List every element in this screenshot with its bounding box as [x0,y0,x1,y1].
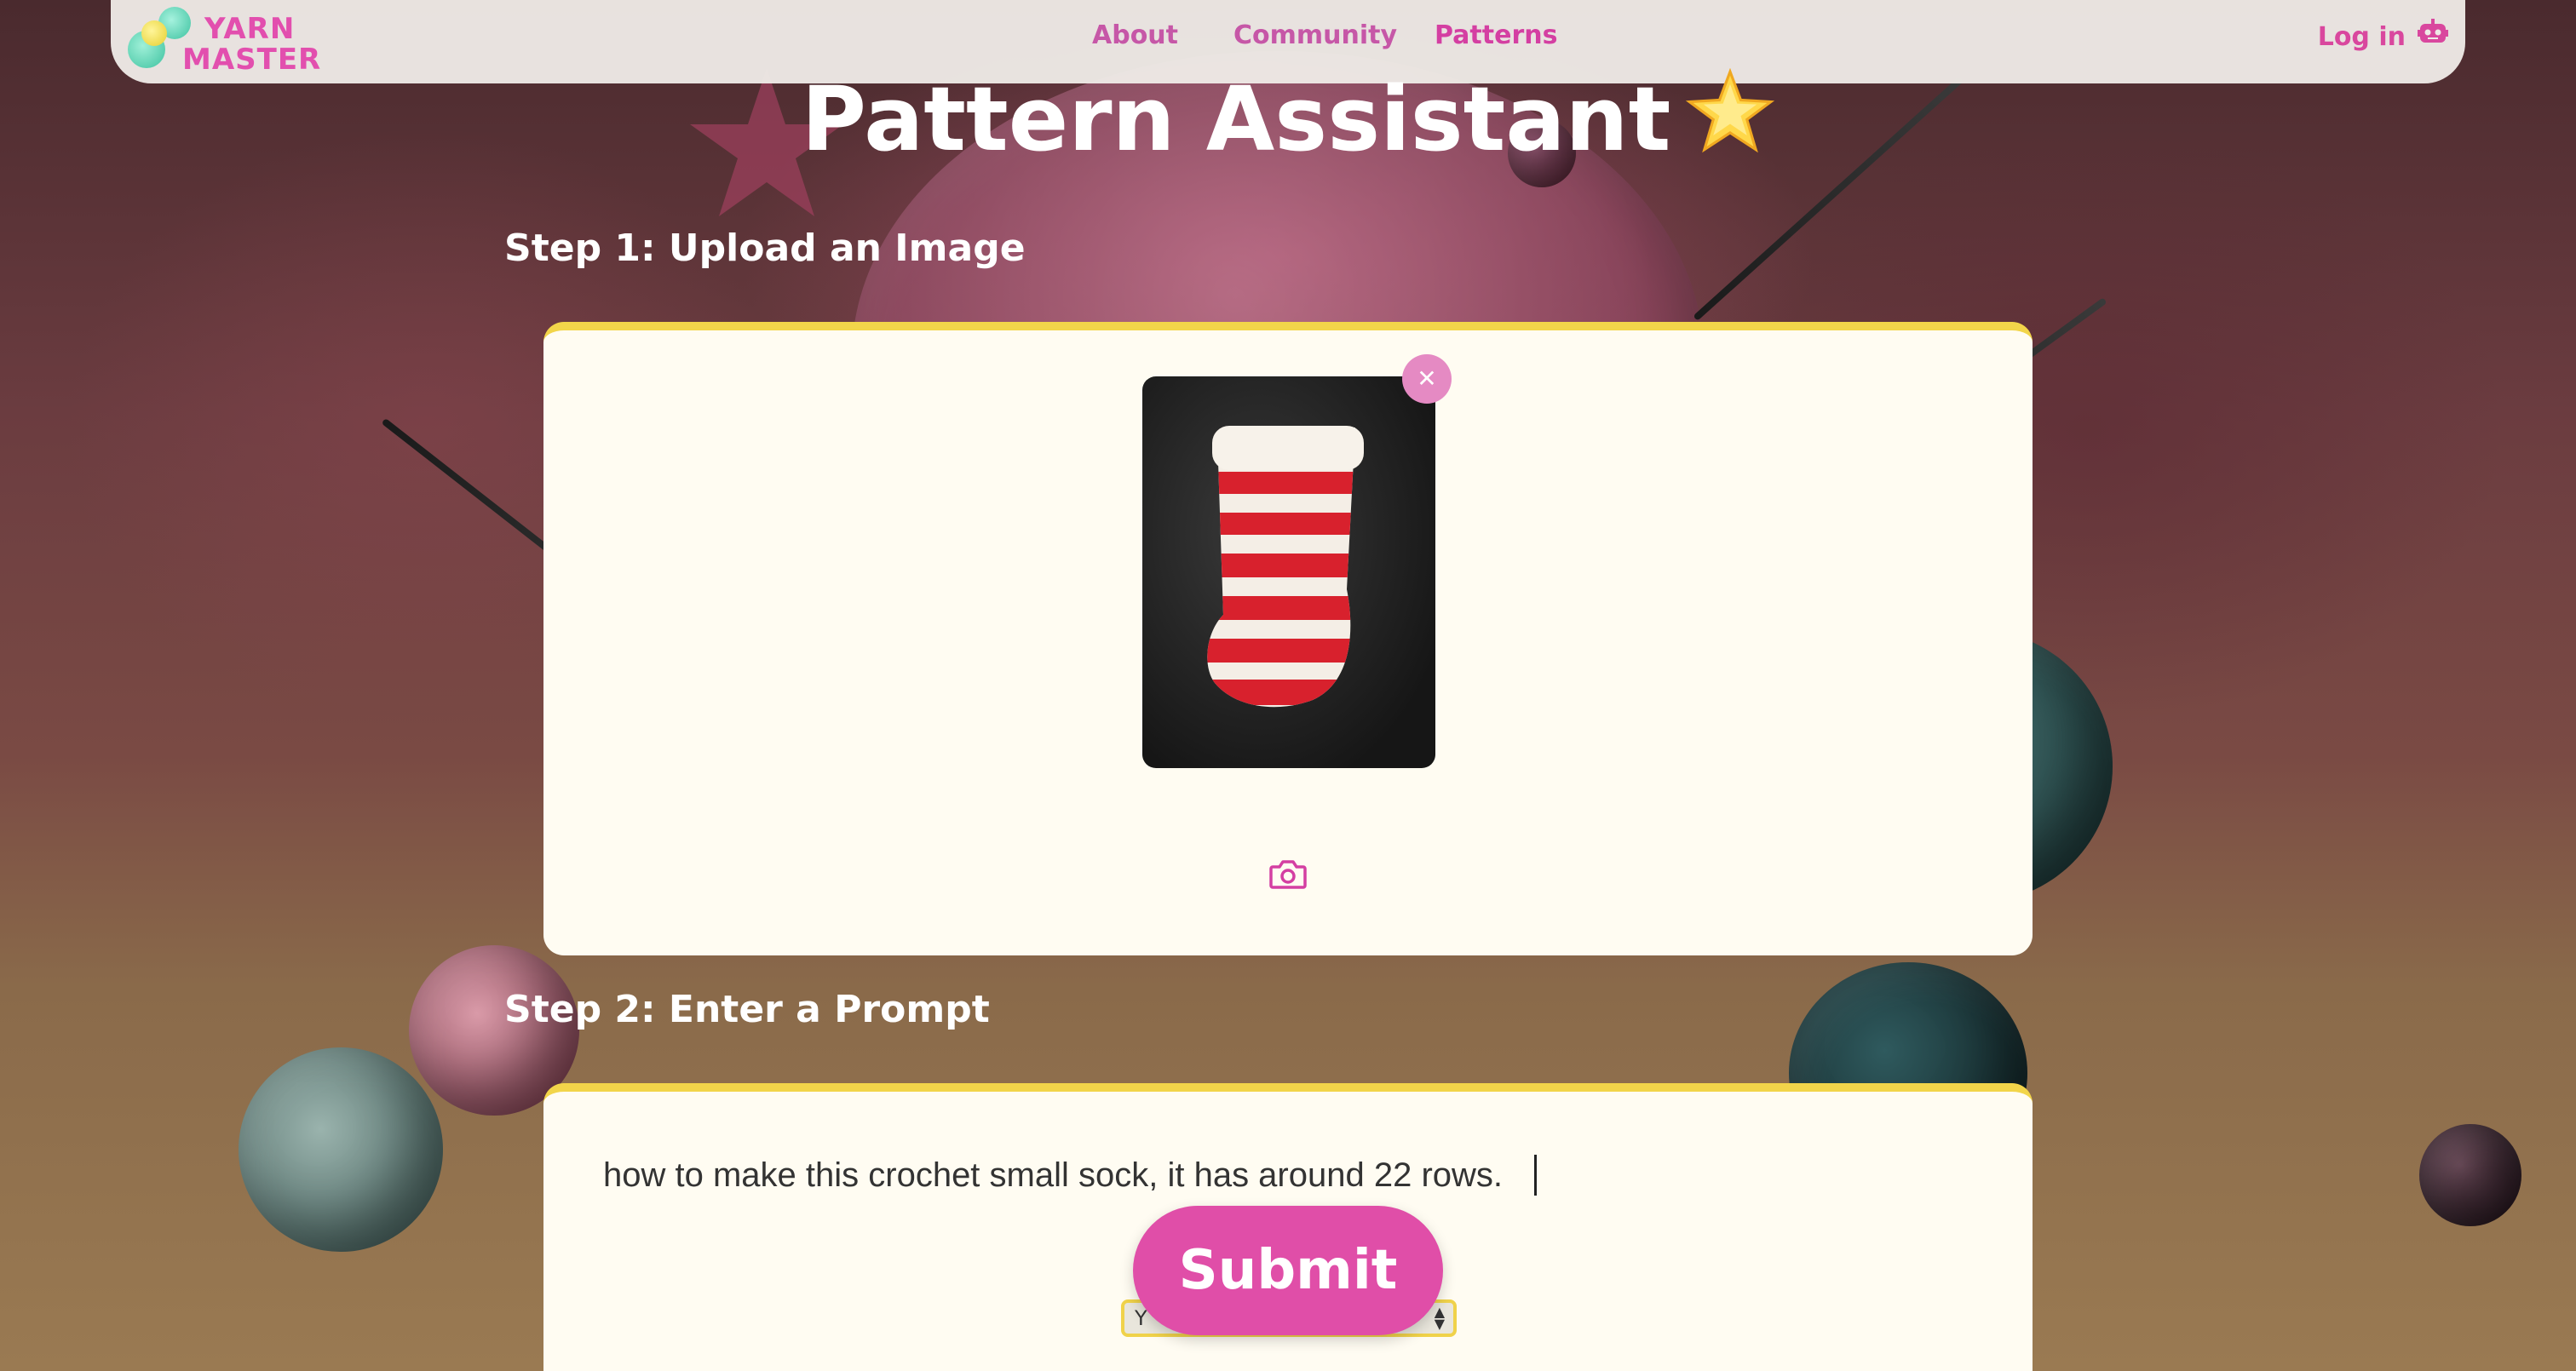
camera-icon [1268,860,1308,897]
uploaded-image-preview [1142,376,1435,768]
nav-link-patterns[interactable]: Patterns [1435,20,1557,50]
step-1-heading: Step 1: Upload an Image [504,227,1026,270]
page-title-text: Pattern Assistant [801,67,1671,171]
login-label: Log in [2317,21,2406,52]
login-button[interactable]: Log in [2318,19,2448,54]
prompt-input[interactable] [603,1150,1966,1201]
upload-card[interactable]: ✕ [543,322,2033,955]
camera-button[interactable] [1268,853,1308,894]
page-title: Pattern Assistant [0,60,2576,186]
nav-link-community[interactable]: Community [1233,20,1397,50]
remove-image-button[interactable]: ✕ [1402,354,1452,404]
close-icon: ✕ [1417,365,1437,392]
option-select-value: Y [1135,1306,1147,1330]
logo-line-1: YARN [204,12,296,46]
text-caret [1534,1155,1537,1196]
prompt-card: Y ▲▼ Submit [543,1083,2033,1371]
select-arrows-icon: ▲ ▼ [1434,1304,1445,1332]
nav-link-about[interactable]: About [1092,20,1178,50]
robot-icon [2418,19,2448,54]
page-background: YARN MASTER About Community Patterns Log… [0,0,2576,1371]
submit-button[interactable]: Submit [1133,1206,1443,1335]
step-2-heading: Step 2: Enter a Prompt [504,988,990,1031]
sock-image [1207,426,1364,708]
star-icon [1686,66,1775,186]
